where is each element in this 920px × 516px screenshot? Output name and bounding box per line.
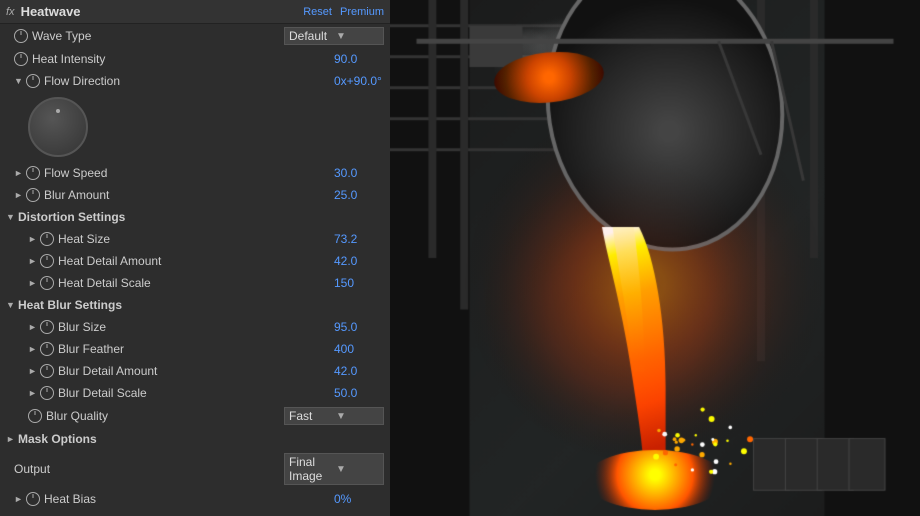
blur-detail-scale-label: Blur Detail Scale: [58, 386, 334, 400]
blur-feather-stopwatch-icon[interactable]: [40, 342, 54, 356]
reset-button[interactable]: Reset: [303, 6, 332, 18]
fx-header: fx Heatwave Reset Premium: [0, 0, 390, 24]
preview-canvas: [390, 0, 920, 516]
output-dropdown[interactable]: Final Image ▼: [284, 453, 384, 485]
blur-size-row: Blur Size 95.0: [0, 316, 390, 338]
blur-feather-value[interactable]: 400: [334, 342, 384, 356]
heat-detail-scale-stopwatch-icon[interactable]: [40, 276, 54, 290]
flow-direction-value[interactable]: 0x+90.0°: [334, 74, 384, 88]
blur-size-toggle-icon[interactable]: [28, 322, 38, 332]
blur-amount-stopwatch-icon[interactable]: [26, 188, 40, 202]
blur-detail-amount-stopwatch-icon[interactable]: [40, 364, 54, 378]
wave-type-label: Wave Type: [32, 29, 284, 43]
blur-detail-amount-label: Blur Detail Amount: [58, 364, 334, 378]
wave-type-value: Default: [289, 29, 332, 43]
flow-speed-stopwatch-icon[interactable]: [26, 166, 40, 180]
flow-speed-toggle-icon[interactable]: [14, 168, 24, 178]
output-label: Output: [14, 462, 284, 476]
blur-detail-scale-value[interactable]: 50.0: [334, 386, 384, 400]
heat-size-label: Heat Size: [58, 232, 334, 246]
heat-size-row: Heat Size 73.2: [0, 228, 390, 250]
heat-detail-scale-value[interactable]: 150: [334, 276, 384, 290]
blur-quality-stopwatch-icon[interactable]: [28, 409, 42, 423]
blur-quality-arrow-icon: ▼: [336, 411, 379, 422]
wave-type-dropdown[interactable]: Default ▼: [284, 27, 384, 45]
blur-quality-value: Fast: [289, 409, 332, 423]
heat-blur-settings-label: Heat Blur Settings: [18, 298, 122, 312]
heat-size-toggle-icon[interactable]: [28, 234, 38, 244]
heat-detail-amount-stopwatch-icon[interactable]: [40, 254, 54, 268]
heat-detail-amount-toggle-icon[interactable]: [28, 256, 38, 266]
heat-intensity-value[interactable]: 90.0: [334, 52, 384, 66]
blur-amount-label: Blur Amount: [44, 188, 334, 202]
heat-intensity-stopwatch-icon[interactable]: [14, 52, 28, 66]
blur-feather-row: Blur Feather 400: [0, 338, 390, 360]
blur-feather-toggle-icon[interactable]: [28, 344, 38, 354]
flow-speed-value[interactable]: 30.0: [334, 166, 384, 180]
dial-indicator: [56, 109, 60, 113]
heat-detail-amount-label: Heat Detail Amount: [58, 254, 334, 268]
blur-detail-scale-row: Blur Detail Scale 50.0: [0, 382, 390, 404]
flow-speed-label: Flow Speed: [44, 166, 334, 180]
blur-quality-row: Blur Quality Fast ▼: [0, 404, 390, 428]
distortion-settings-label: Distortion Settings: [18, 210, 125, 224]
heat-bias-value[interactable]: 0%: [334, 492, 384, 506]
heat-bias-label: Heat Bias: [44, 492, 334, 506]
mask-options-header: Mask Options: [0, 428, 390, 450]
effects-panel: fx Heatwave Reset Premium Wave Type Defa…: [0, 0, 390, 516]
heat-bias-row: Heat Bias 0%: [0, 488, 390, 510]
distortion-settings-header: Distortion Settings: [0, 206, 390, 228]
wave-type-stopwatch-icon[interactable]: [14, 29, 28, 43]
blur-feather-label: Blur Feather: [58, 342, 334, 356]
heat-detail-scale-row: Heat Detail Scale 150: [0, 272, 390, 294]
output-arrow-icon: ▼: [336, 464, 379, 475]
wave-type-arrow-icon: ▼: [336, 31, 379, 42]
blur-amount-value[interactable]: 25.0: [334, 188, 384, 202]
blur-amount-row: Blur Amount 25.0: [0, 184, 390, 206]
flow-speed-row: Flow Speed 30.0: [0, 162, 390, 184]
flow-direction-row: Flow Direction 0x+90.0°: [0, 70, 390, 92]
premium-button[interactable]: Premium: [340, 6, 384, 18]
preview-panel: [390, 0, 920, 516]
blur-detail-scale-stopwatch-icon[interactable]: [40, 386, 54, 400]
heat-detail-scale-label: Heat Detail Scale: [58, 276, 334, 290]
heat-blur-settings-header: Heat Blur Settings: [0, 294, 390, 316]
blur-size-stopwatch-icon[interactable]: [40, 320, 54, 334]
blur-detail-amount-toggle-icon[interactable]: [28, 366, 38, 376]
mask-options-label: Mask Options: [18, 432, 97, 446]
flow-direction-label: Flow Direction: [44, 74, 334, 88]
flow-direction-stopwatch-icon[interactable]: [26, 74, 40, 88]
blur-detail-amount-value[interactable]: 42.0: [334, 364, 384, 378]
output-value: Final Image: [289, 455, 332, 483]
fx-title: Heatwave: [21, 4, 304, 19]
blur-detail-scale-toggle-icon[interactable]: [28, 388, 38, 398]
heat-detail-amount-value[interactable]: 42.0: [334, 254, 384, 268]
flow-direction-toggle-icon[interactable]: [14, 76, 24, 86]
fx-label: fx: [6, 6, 15, 18]
flow-direction-dial[interactable]: [28, 97, 88, 157]
heat-detail-scale-toggle-icon[interactable]: [28, 278, 38, 288]
heat-bias-stopwatch-icon[interactable]: [26, 492, 40, 506]
heat-blur-settings-toggle-icon[interactable]: [6, 300, 16, 310]
heat-intensity-row: Heat Intensity 90.0: [0, 48, 390, 70]
distortion-settings-toggle-icon[interactable]: [6, 212, 16, 222]
blur-size-value[interactable]: 95.0: [334, 320, 384, 334]
wave-type-row: Wave Type Default ▼: [0, 24, 390, 48]
mask-options-toggle-icon[interactable]: [6, 434, 16, 444]
output-row: Output Final Image ▼: [0, 450, 390, 488]
flow-direction-dial-row: [0, 92, 390, 162]
blur-size-label: Blur Size: [58, 320, 334, 334]
heat-size-stopwatch-icon[interactable]: [40, 232, 54, 246]
heat-intensity-label: Heat Intensity: [32, 52, 334, 66]
blur-quality-label: Blur Quality: [46, 409, 284, 423]
blur-quality-dropdown[interactable]: Fast ▼: [284, 407, 384, 425]
heat-size-value[interactable]: 73.2: [334, 232, 384, 246]
blur-detail-amount-row: Blur Detail Amount 42.0: [0, 360, 390, 382]
heat-bias-toggle-icon[interactable]: [14, 494, 24, 504]
heat-detail-amount-row: Heat Detail Amount 42.0: [0, 250, 390, 272]
blur-amount-toggle-icon[interactable]: [14, 190, 24, 200]
